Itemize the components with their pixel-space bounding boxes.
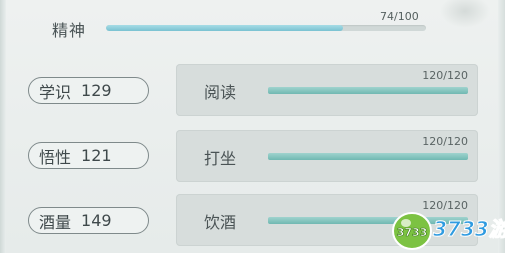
watermark-logo: 3733 3733游戏 — [392, 212, 505, 250]
attribute-name: 悟性 — [39, 147, 72, 167]
attribute-pill-knowledge: 学识 129 — [28, 77, 149, 104]
corner-decoration — [440, 0, 490, 28]
activity-reading[interactable]: 阅读 120/120 — [176, 64, 478, 116]
activity-value: 120/120 — [422, 135, 468, 148]
attribute-value: 129 — [81, 81, 112, 100]
attribute-value: 121 — [81, 146, 112, 165]
attribute-pill-drinking: 酒量 149 — [28, 207, 149, 234]
left-panel-edge — [0, 0, 6, 253]
activity-progress-fill — [268, 153, 468, 160]
activity-label: 阅读 — [204, 83, 237, 102]
activity-progress-bar — [268, 87, 468, 94]
activity-label: 饮酒 — [204, 213, 237, 232]
attribute-pill-comprehension: 悟性 121 — [28, 142, 149, 169]
attribute-value: 149 — [81, 211, 112, 230]
watermark-badge-text: 3733 — [397, 226, 428, 239]
spirit-progress-bar — [106, 25, 426, 31]
attribute-name: 酒量 — [39, 212, 72, 232]
activity-progress-fill — [268, 87, 468, 94]
watermark-text: 3733游戏 — [433, 217, 505, 241]
spirit-label: 精神 — [52, 21, 87, 40]
activity-value: 120/120 — [422, 69, 468, 82]
activity-label: 打坐 — [204, 149, 237, 168]
spirit-progress-fill — [106, 25, 343, 31]
attribute-name: 学识 — [39, 82, 72, 102]
activity-meditation[interactable]: 打坐 120/120 — [176, 130, 478, 182]
spirit-value: 74/100 — [380, 10, 419, 23]
activity-progress-bar — [268, 153, 468, 160]
